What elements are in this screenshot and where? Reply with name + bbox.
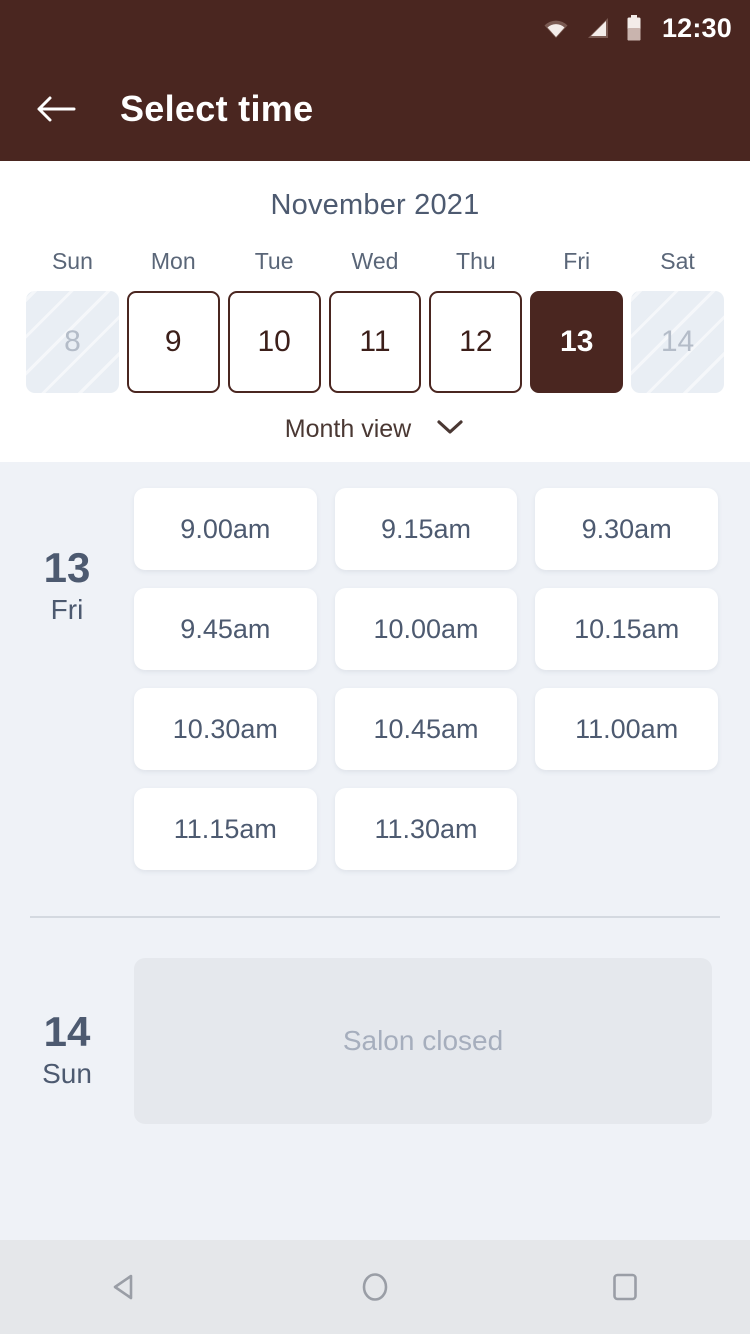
time-slot[interactable]: 10.45am (334, 688, 518, 770)
status-icon-group (542, 15, 642, 41)
time-slot[interactable]: 9.30am (535, 488, 718, 570)
time-slot[interactable]: 9.15am (334, 488, 518, 570)
time-slot[interactable]: 9.00am (134, 488, 317, 570)
time-slot-grid: 9.00am 9.15am 9.30am 9.45am 10.00am 10.1… (134, 488, 750, 870)
day-name-tue: Tue (254, 248, 294, 274)
date-cell-11[interactable]: 11 (328, 291, 422, 393)
day-name-thu: Thu (456, 248, 496, 274)
day-label-14: 14 Sun (0, 958, 134, 1124)
wifi-icon (542, 17, 570, 39)
month-view-toggle[interactable]: Month view (0, 415, 750, 444)
day-block-13: 13 Fri 9.00am 9.15am 9.30am 9.45am 10.00… (0, 462, 750, 870)
day-name-sun: Sun (51, 248, 93, 274)
time-slot[interactable]: 9.45am (134, 588, 317, 670)
calendar-month-label: November 2021 (270, 189, 480, 221)
day-name-fri: Fri (563, 248, 591, 274)
day-name-mon: Mon (150, 248, 196, 274)
day-label-13: 13 Fri (0, 488, 134, 870)
signal-icon (586, 16, 610, 40)
time-slot[interactable]: 11.30am (334, 788, 518, 870)
calendar-day-name-row: Sun Mon Tue Wed Thu Fri Sat (0, 248, 750, 275)
app-bar: Select time (0, 56, 750, 161)
chevron-down-icon (435, 418, 465, 441)
date-cell-10[interactable]: 10 (227, 291, 321, 393)
month-view-label: Month view (284, 415, 412, 443)
nav-recents-square-icon[interactable] (580, 1256, 670, 1318)
calendar-date-row: 8 9 10 11 12 13 14 (0, 291, 750, 393)
day-weekday: Sun (42, 1058, 92, 1090)
date-cell-14: 14 (631, 291, 724, 393)
time-slot[interactable]: 10.15am (535, 588, 718, 670)
day-name-wed: Wed (351, 248, 399, 274)
date-cell-9[interactable]: 9 (126, 291, 220, 393)
day-name-sat: Sat (660, 248, 695, 274)
battery-icon (626, 15, 642, 41)
date-cell-13-selected[interactable]: 13 (530, 291, 624, 393)
time-slot[interactable]: 11.15am (134, 788, 317, 870)
date-cell-12[interactable]: 12 (429, 291, 523, 393)
nav-home-circle-icon[interactable] (330, 1256, 420, 1318)
nav-back-triangle-icon[interactable] (80, 1256, 170, 1318)
salon-closed-banner: Salon closed (134, 958, 712, 1124)
time-slot[interactable]: 11.00am (535, 688, 718, 770)
page-title: Select time (120, 87, 314, 129)
time-slot[interactable]: 10.30am (134, 688, 317, 770)
android-nav-bar (0, 1240, 750, 1334)
calendar-card: November 2021 Sun Mon Tue Wed Thu Fri Sa… (0, 161, 750, 462)
day-block-14: 14 Sun Salon closed (0, 918, 750, 1124)
day-number: 13 (43, 544, 91, 591)
status-bar: 12:30 (0, 0, 750, 56)
back-arrow-icon[interactable] (34, 87, 78, 131)
status-bar-clock: 12:30 (661, 12, 732, 43)
schedule-scroll-area[interactable]: 13 Fri 9.00am 9.15am 9.30am 9.45am 10.00… (0, 462, 750, 1224)
time-slot[interactable]: 10.00am (334, 588, 518, 670)
day-number: 14 (43, 1008, 91, 1055)
date-cell-8: 8 (26, 291, 119, 393)
day-weekday: Fri (50, 594, 84, 626)
